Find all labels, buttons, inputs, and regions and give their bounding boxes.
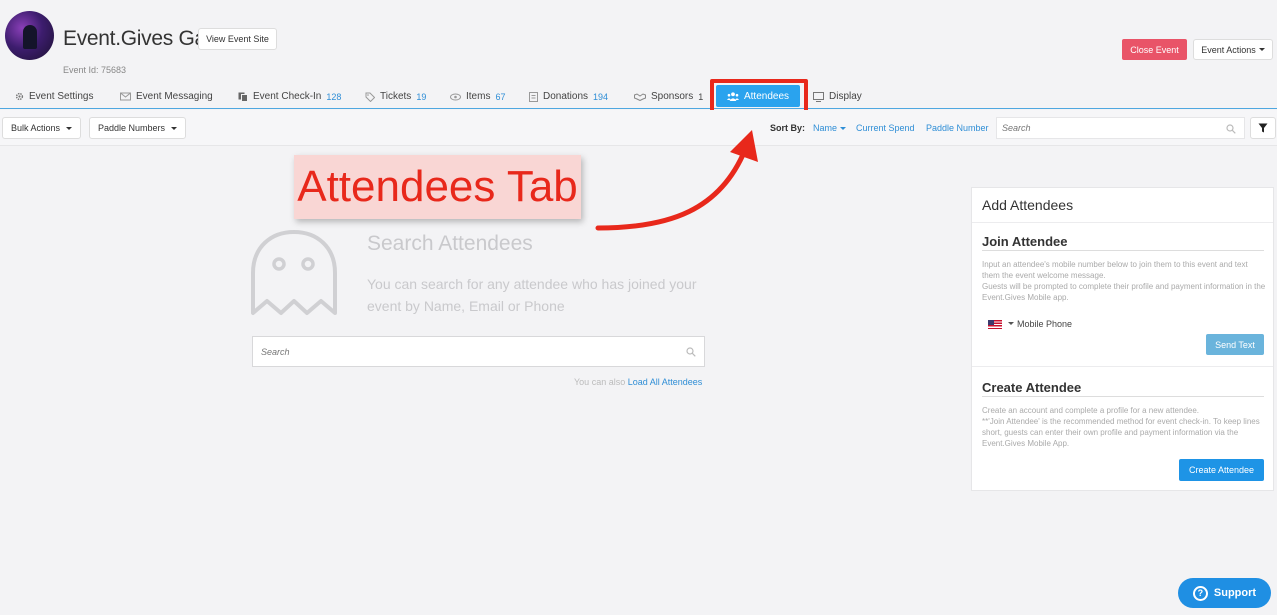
sort-option-label: Name [813,123,838,133]
document-icon [529,91,538,102]
event-avatar [5,11,54,60]
annotation-label: Attendees Tab [294,155,581,219]
support-label: Support [1213,587,1257,599]
join-attendee-title: Join Attendee [982,234,1068,249]
caret-down-icon [66,126,73,130]
caret-down-icon [840,127,847,131]
sort-paddle-number-link[interactable]: Paddle Number [926,123,989,133]
view-event-site-button[interactable]: View Event Site [198,28,277,50]
tab-label: Event Check-In [253,91,322,102]
bulk-actions-label: Bulk Actions [10,123,61,133]
top-search-input[interactable] [997,118,1217,138]
search-icon [686,347,696,357]
search-icon [1226,124,1236,134]
load-all-attendees-link[interactable]: Load All Attendees [628,377,703,387]
caret-down-icon[interactable] [1008,322,1014,325]
monitor-icon [813,91,824,102]
load-prefix: You can also [574,377,626,387]
tab-event-messaging[interactable]: Event Messaging [120,91,213,102]
tag-icon [365,92,375,102]
send-text-button[interactable]: Send Text [1206,334,1264,355]
join-text-line: Input an attendee's mobile number below … [982,260,1248,280]
tab-label: Sponsors [651,91,694,102]
load-all-line: You can also Load All Attendees [574,377,702,387]
tab-donations[interactable]: Donations 194 [529,91,608,102]
tab-count: 194 [593,91,609,102]
gear-icon [15,92,24,101]
close-event-button[interactable]: Close Event [1122,39,1187,60]
tab-label: Tickets [380,91,412,102]
create-attendee-button[interactable]: Create Attendee [1179,459,1264,481]
mobile-phone-input[interactable]: Mobile Phone [1017,319,1072,329]
create-attendee-text: Create an account and complete a profile… [982,405,1266,449]
tab-tickets[interactable]: Tickets 19 [365,91,426,102]
panel-title: Add Attendees [982,197,1074,213]
divider [982,250,1264,251]
event-header: Event.Gives Gala Event Id: 75683 View Ev… [0,0,1277,82]
ghost-icon [251,230,337,315]
empty-state-description: You can search for any attendee who has … [367,276,697,314]
filter-button[interactable] [1250,117,1276,139]
join-text-line: Guests will be prompted to complete thei… [982,282,1266,302]
support-button[interactable]: ? Support [1178,578,1271,608]
question-icon: ? [1192,585,1208,601]
eye-icon [450,93,461,100]
paddle-numbers-label: Paddle Numbers [97,123,166,133]
annotation-arrow-icon [595,130,758,231]
tab-event-settings[interactable]: Event Settings [15,91,93,102]
tab-sponsors[interactable]: Sponsors 1 [634,91,703,102]
add-attendees-panel: Add Attendees Join Attendee Input an att… [971,187,1274,491]
tab-bar: Event Settings Event Messaging Event Che… [0,82,1277,109]
tab-label: Display [829,91,862,102]
event-actions-label: Event Actions [1201,44,1256,55]
tab-count: 1 [698,91,704,102]
empty-state-title: Search Attendees [367,232,533,255]
tab-label: Event Settings [29,91,94,102]
tab-display[interactable]: Display [813,91,862,102]
sort-by-label: Sort By: [770,123,806,133]
event-id: Event Id: 75683 [63,65,127,75]
tab-label: Event Messaging [136,91,213,102]
tab-items[interactable]: Items 67 [450,91,505,102]
divider [972,366,1273,367]
create-attendee-title: Create Attendee [982,380,1082,395]
envelope-icon [120,92,131,101]
create-text-line: Create an account and complete a profile… [982,406,1200,415]
tab-label: Donations [543,91,589,102]
divider [982,396,1264,397]
create-text-line: **'Join Attendee' is the recommended met… [982,417,1260,448]
sort-name-link[interactable]: Name [813,123,847,133]
copy-icon [238,92,248,102]
tab-label: Attendees [743,90,790,102]
top-search-box [996,117,1245,139]
divider [972,222,1273,223]
attendee-search-box [252,336,705,367]
users-icon [726,91,739,101]
us-flag-icon[interactable] [988,320,1002,329]
tab-count: 67 [495,91,506,102]
event-actions-dropdown[interactable]: Event Actions [1193,39,1273,60]
bulk-actions-dropdown[interactable]: Bulk Actions [2,117,81,139]
tab-event-check-in[interactable]: Event Check-In 128 [238,91,341,102]
caret-down-icon [1258,48,1265,51]
join-attendee-text: Input an attendee's mobile number below … [982,259,1266,303]
tab-count: 19 [416,91,427,102]
tab-attendees[interactable]: Attendees [716,85,800,107]
attendee-search-input[interactable] [253,337,673,366]
caret-down-icon [171,126,178,130]
tab-label: Items [466,91,491,102]
filter-icon [1258,123,1268,133]
paddle-numbers-dropdown[interactable]: Paddle Numbers [89,117,186,139]
tab-count: 128 [326,91,342,102]
handshake-icon [634,92,646,101]
sort-current-spend-link[interactable]: Current Spend [856,123,915,133]
